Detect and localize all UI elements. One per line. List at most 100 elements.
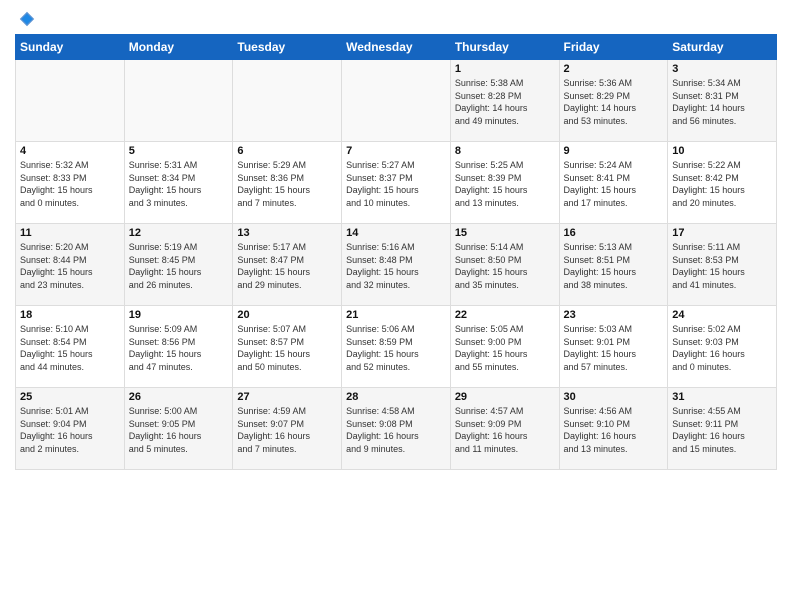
calendar-day-17: 17 Sunrise: 5:11 AM Sunset: 8:53 PM Dayli… xyxy=(668,224,777,306)
day-number: 17 xyxy=(672,227,772,239)
calendar-day-4: 4 Sunrise: 5:32 AM Sunset: 8:33 PM Daylig… xyxy=(16,142,125,224)
calendar-week-4: 18Sunrise: 5:10 AM Sunset: 8:54 PM Dayli… xyxy=(16,306,777,388)
day-info: Sunrise: 5:07 AM Sunset: 8:57 PM Dayligh… xyxy=(237,323,337,373)
empty-cell xyxy=(16,60,125,142)
calendar-day-25: 25 Sunrise: 5:01 AM Sunset: 9:04 PM Dayli… xyxy=(16,388,125,470)
day-info: Sunrise: 5:20 AM Sunset: 8:44 PM Dayligh… xyxy=(20,241,120,291)
calendar-day-27: 27Sunrise: 4:59 AM Sunset: 9:07 PM Dayli… xyxy=(233,388,342,470)
day-number: 13 xyxy=(237,227,337,239)
calendar-week-1: 1 Sunrise: 5:38 AM Sunset: 8:28 PM Daylig… xyxy=(16,60,777,142)
day-number: 12 xyxy=(129,227,229,239)
day-number: 25 xyxy=(20,391,120,403)
day-number: 8 xyxy=(455,145,555,157)
day-info: Sunrise: 5:22 AM Sunset: 8:42 PM Dayligh… xyxy=(672,159,772,209)
calendar-day-15: 15Sunrise: 5:14 AM Sunset: 8:50 PM Dayli… xyxy=(450,224,559,306)
calendar-day-13: 13 Sunrise: 5:17 AM Sunset: 8:47 PM Dayli… xyxy=(233,224,342,306)
calendar-day-9: 9 Sunrise: 5:24 AM Sunset: 8:41 PM Daylig… xyxy=(559,142,668,224)
weekday-header-saturday: Saturday xyxy=(668,35,777,60)
day-info: Sunrise: 5:27 AM Sunset: 8:37 PM Dayligh… xyxy=(346,159,446,209)
weekday-header-tuesday: Tuesday xyxy=(233,35,342,60)
calendar-day-23: 23 Sunrise: 5:03 AM Sunset: 9:01 PM Dayli… xyxy=(559,306,668,388)
day-info: Sunrise: 5:24 AM Sunset: 8:41 PM Dayligh… xyxy=(564,159,664,209)
calendar-day-8: 8 Sunrise: 5:25 AM Sunset: 8:39 PM Daylig… xyxy=(450,142,559,224)
calendar-day-11: 11 Sunrise: 5:20 AM Sunset: 8:44 PM Dayli… xyxy=(16,224,125,306)
day-number: 3 xyxy=(672,63,772,75)
day-number: 21 xyxy=(346,309,446,321)
calendar-day-3: 3 Sunrise: 5:34 AM Sunset: 8:31 PM Daylig… xyxy=(668,60,777,142)
day-number: 30 xyxy=(564,391,664,403)
calendar-day-14: 14Sunrise: 5:16 AM Sunset: 8:48 PM Dayli… xyxy=(342,224,451,306)
calendar-day-18: 18Sunrise: 5:10 AM Sunset: 8:54 PM Dayli… xyxy=(16,306,125,388)
day-info: Sunrise: 5:34 AM Sunset: 8:31 PM Dayligh… xyxy=(672,77,772,127)
day-number: 10 xyxy=(672,145,772,157)
day-info: Sunrise: 4:55 AM Sunset: 9:11 PM Dayligh… xyxy=(672,405,772,455)
day-number: 22 xyxy=(455,309,555,321)
calendar-day-30: 30Sunrise: 4:56 AM Sunset: 9:10 PM Dayli… xyxy=(559,388,668,470)
day-number: 29 xyxy=(455,391,555,403)
empty-cell xyxy=(233,60,342,142)
calendar-day-5: 5Sunrise: 5:31 AM Sunset: 8:34 PM Daylig… xyxy=(124,142,233,224)
day-info: Sunrise: 5:36 AM Sunset: 8:29 PM Dayligh… xyxy=(564,77,664,127)
day-info: Sunrise: 5:31 AM Sunset: 8:34 PM Dayligh… xyxy=(129,159,229,209)
calendar-day-26: 26Sunrise: 5:00 AM Sunset: 9:05 PM Dayli… xyxy=(124,388,233,470)
calendar-day-21: 21 Sunrise: 5:06 AM Sunset: 8:59 PM Dayli… xyxy=(342,306,451,388)
day-info: Sunrise: 5:09 AM Sunset: 8:56 PM Dayligh… xyxy=(129,323,229,373)
day-number: 20 xyxy=(237,309,337,321)
day-info: Sunrise: 5:02 AM Sunset: 9:03 PM Dayligh… xyxy=(672,323,772,373)
calendar: SundayMondayTuesdayWednesdayThursdayFrid… xyxy=(15,34,777,470)
weekday-header-thursday: Thursday xyxy=(450,35,559,60)
day-info: Sunrise: 5:01 AM Sunset: 9:04 PM Dayligh… xyxy=(20,405,120,455)
day-info: Sunrise: 5:05 AM Sunset: 9:00 PM Dayligh… xyxy=(455,323,555,373)
weekday-header-friday: Friday xyxy=(559,35,668,60)
calendar-week-5: 25 Sunrise: 5:01 AM Sunset: 9:04 PM Dayli… xyxy=(16,388,777,470)
weekday-header-monday: Monday xyxy=(124,35,233,60)
day-number: 28 xyxy=(346,391,446,403)
calendar-day-28: 28 Sunrise: 4:58 AM Sunset: 9:08 PM Dayli… xyxy=(342,388,451,470)
calendar-day-2: 2 Sunrise: 5:36 AM Sunset: 8:29 PM Daylig… xyxy=(559,60,668,142)
day-info: Sunrise: 5:13 AM Sunset: 8:51 PM Dayligh… xyxy=(564,241,664,291)
weekday-header-sunday: Sunday xyxy=(16,35,125,60)
day-info: Sunrise: 5:17 AM Sunset: 8:47 PM Dayligh… xyxy=(237,241,337,291)
day-number: 15 xyxy=(455,227,555,239)
day-info: Sunrise: 5:32 AM Sunset: 8:33 PM Dayligh… xyxy=(20,159,120,209)
day-info: Sunrise: 5:16 AM Sunset: 8:48 PM Dayligh… xyxy=(346,241,446,291)
weekday-header-wednesday: Wednesday xyxy=(342,35,451,60)
day-number: 18 xyxy=(20,309,120,321)
day-info: Sunrise: 4:57 AM Sunset: 9:09 PM Dayligh… xyxy=(455,405,555,455)
calendar-day-29: 29 Sunrise: 4:57 AM Sunset: 9:09 PM Dayli… xyxy=(450,388,559,470)
calendar-day-1: 1 Sunrise: 5:38 AM Sunset: 8:28 PM Daylig… xyxy=(450,60,559,142)
calendar-day-10: 10 Sunrise: 5:22 AM Sunset: 8:42 PM Dayli… xyxy=(668,142,777,224)
page: SundayMondayTuesdayWednesdayThursdayFrid… xyxy=(0,0,792,612)
logo xyxy=(15,10,36,28)
day-info: Sunrise: 5:29 AM Sunset: 8:36 PM Dayligh… xyxy=(237,159,337,209)
calendar-day-22: 22 Sunrise: 5:05 AM Sunset: 9:00 PM Dayli… xyxy=(450,306,559,388)
weekday-header-row: SundayMondayTuesdayWednesdayThursdayFrid… xyxy=(16,35,777,60)
day-number: 1 xyxy=(455,63,555,75)
day-number: 2 xyxy=(564,63,664,75)
day-number: 6 xyxy=(237,145,337,157)
empty-cell xyxy=(124,60,233,142)
calendar-week-3: 11 Sunrise: 5:20 AM Sunset: 8:44 PM Dayli… xyxy=(16,224,777,306)
day-info: Sunrise: 5:03 AM Sunset: 9:01 PM Dayligh… xyxy=(564,323,664,373)
day-info: Sunrise: 4:58 AM Sunset: 9:08 PM Dayligh… xyxy=(346,405,446,455)
calendar-week-2: 4 Sunrise: 5:32 AM Sunset: 8:33 PM Daylig… xyxy=(16,142,777,224)
day-info: Sunrise: 5:11 AM Sunset: 8:53 PM Dayligh… xyxy=(672,241,772,291)
calendar-day-20: 20 Sunrise: 5:07 AM Sunset: 8:57 PM Dayli… xyxy=(233,306,342,388)
day-number: 11 xyxy=(20,227,120,239)
logo-icon xyxy=(18,10,36,28)
day-info: Sunrise: 5:38 AM Sunset: 8:28 PM Dayligh… xyxy=(455,77,555,127)
day-number: 23 xyxy=(564,309,664,321)
day-number: 4 xyxy=(20,145,120,157)
day-info: Sunrise: 5:06 AM Sunset: 8:59 PM Dayligh… xyxy=(346,323,446,373)
calendar-day-16: 16 Sunrise: 5:13 AM Sunset: 8:51 PM Dayli… xyxy=(559,224,668,306)
day-number: 16 xyxy=(564,227,664,239)
calendar-day-6: 6 Sunrise: 5:29 AM Sunset: 8:36 PM Daylig… xyxy=(233,142,342,224)
day-info: Sunrise: 5:25 AM Sunset: 8:39 PM Dayligh… xyxy=(455,159,555,209)
day-info: Sunrise: 5:00 AM Sunset: 9:05 PM Dayligh… xyxy=(129,405,229,455)
day-number: 24 xyxy=(672,309,772,321)
day-info: Sunrise: 4:59 AM Sunset: 9:07 PM Dayligh… xyxy=(237,405,337,455)
calendar-day-7: 7Sunrise: 5:27 AM Sunset: 8:37 PM Daylig… xyxy=(342,142,451,224)
day-number: 19 xyxy=(129,309,229,321)
day-number: 31 xyxy=(672,391,772,403)
day-number: 9 xyxy=(564,145,664,157)
